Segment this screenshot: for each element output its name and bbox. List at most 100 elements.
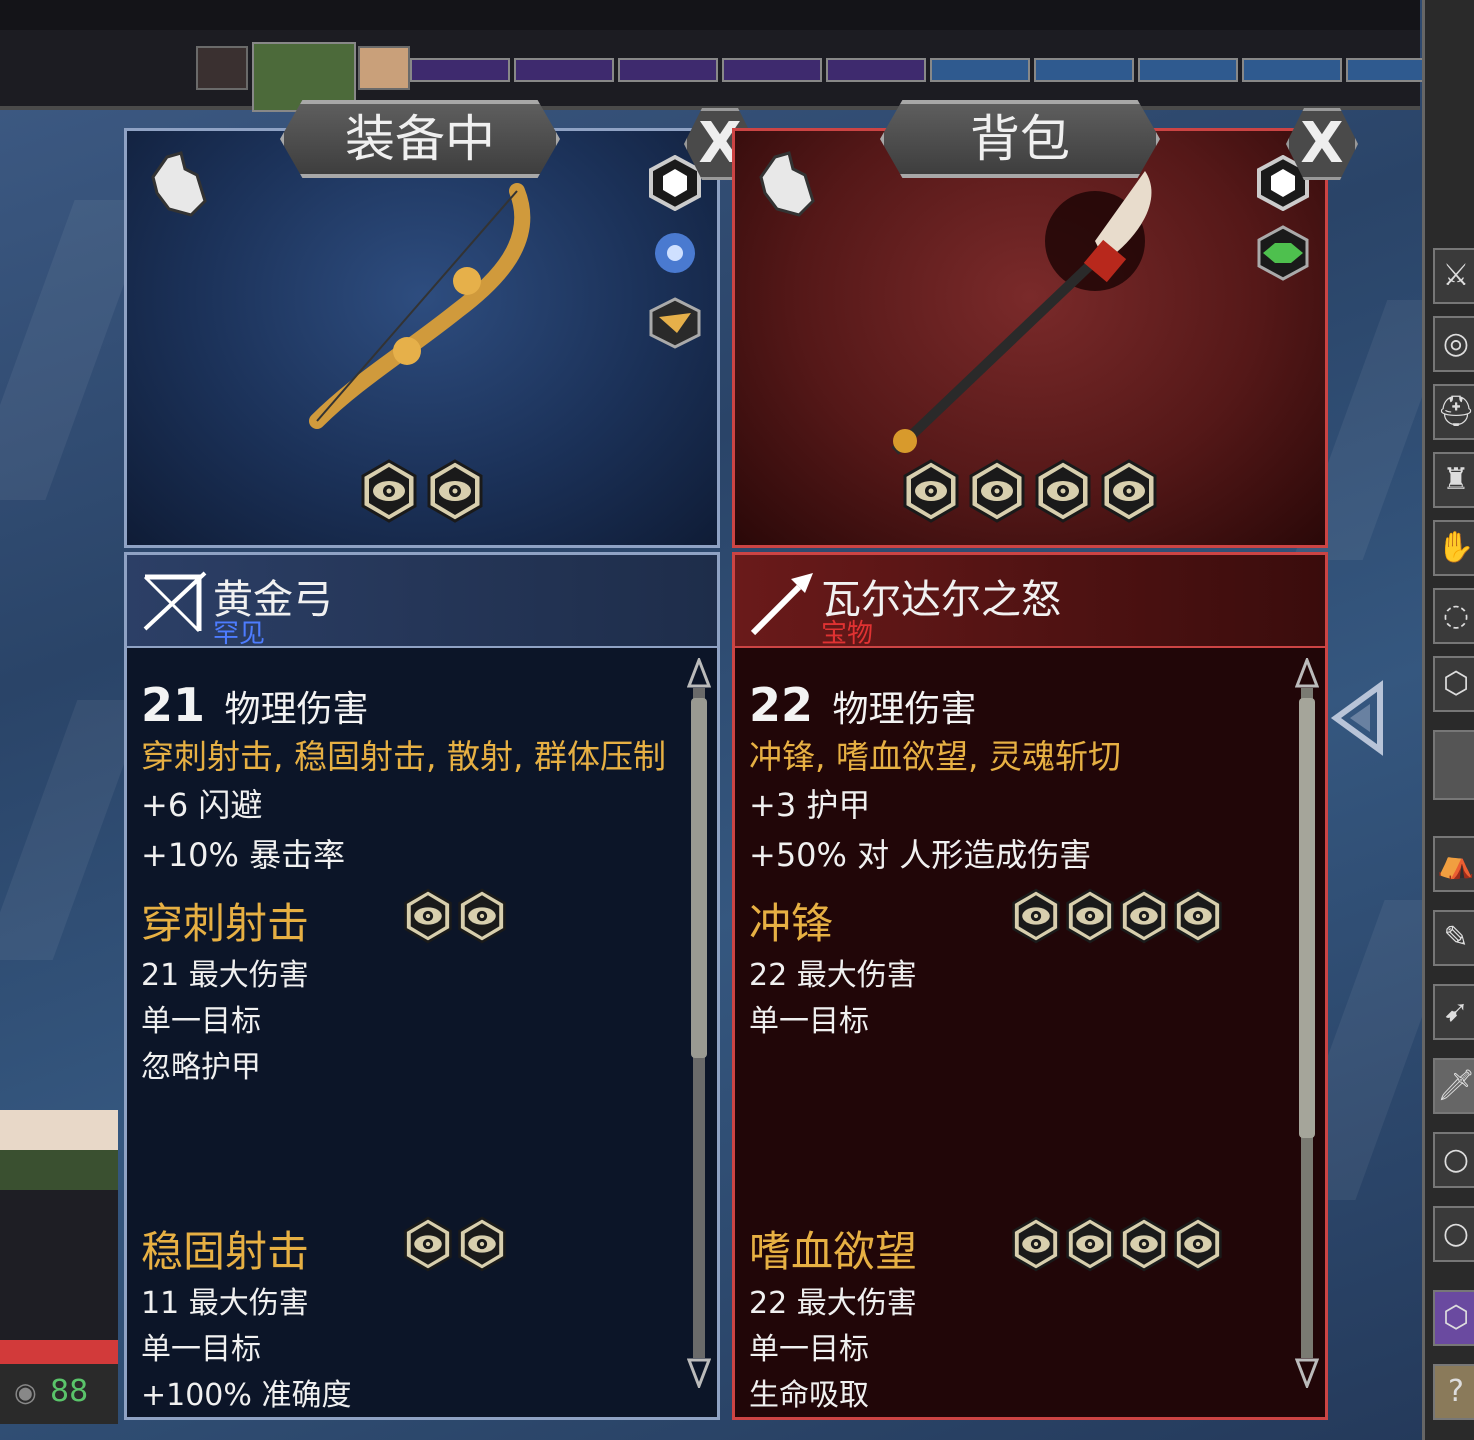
eye-icon [427, 459, 483, 523]
camp-tab-button[interactable]: ⛺ [1433, 836, 1474, 892]
daggers-tab-button[interactable]: 🗡 [1433, 1058, 1474, 1114]
spear-icon [891, 171, 1152, 455]
eye-icon [903, 459, 959, 523]
ability-eye-cost [403, 888, 507, 944]
empty-slot-button[interactable] [1433, 730, 1474, 800]
eye-icon [361, 459, 417, 523]
ability-eye-cost [1011, 888, 1223, 944]
eye-icon [1066, 888, 1114, 944]
turn-track-segment [930, 58, 1030, 82]
item-eye-cost [127, 459, 717, 523]
hand-icon [759, 151, 815, 217]
ability-detail: 单一目标 [749, 1004, 869, 1039]
scroll-down-icon[interactable] [1295, 1358, 1319, 1388]
damage-line: 21 物理伤害 [141, 678, 717, 732]
eye-icon: ◉ [14, 1378, 37, 1408]
trinkets-tab-button[interactable]: ⬡ [1433, 656, 1474, 712]
helmets-tab-button[interactable]: ⛑ [1433, 384, 1474, 440]
item-art [124, 128, 720, 548]
ability-detail: 11 最大伤害 [141, 1286, 309, 1321]
bow-type-icon [143, 571, 207, 633]
arrows-tab-button[interactable]: ➹ [1433, 984, 1474, 1040]
ability-block[interactable]: 穿刺射击 21 最大伤害 单一目标 忽略护甲 [141, 888, 717, 1088]
ability-block[interactable]: 嗜血欲望 22 最大伤害 单一目标 生命吸取 [749, 1216, 1325, 1416]
gloves-tab-button[interactable]: ✋ [1433, 520, 1474, 576]
item-stats: 21 物理伤害 穿刺射击, 稳固射击, 散射, 群体压制 +6 闪避 +10% … [124, 648, 720, 1420]
spear-type-icon [750, 573, 813, 636]
abilities-summary: 穿刺射击, 稳固射击, 散射, 群体压制 [141, 737, 666, 776]
eye-icon [1066, 1216, 1114, 1272]
item-art [732, 128, 1328, 548]
weapons-tab-button[interactable]: ⚔ [1433, 248, 1474, 304]
backpack-tab[interactable]: 背包 [880, 100, 1160, 178]
rings-alt-tab-button[interactable]: ○ [1433, 1206, 1474, 1262]
eye-icon [1174, 1216, 1222, 1272]
ability-detail: +100% 准确度 [141, 1378, 352, 1413]
amulets-tab-button[interactable]: ◌ [1433, 588, 1474, 644]
turn-track [410, 58, 1446, 82]
ability-block[interactable]: 稳固射击 11 最大伤害 单一目标 +100% 准确度 [141, 1216, 717, 1416]
scroll-up-icon[interactable] [1295, 658, 1319, 688]
ability-detail: 单一目标 [141, 1332, 261, 1367]
turn-track-segment [1242, 58, 1342, 82]
stat-line: +10% 暴击率 [141, 836, 346, 874]
scroll-up-icon[interactable] [687, 658, 711, 688]
damage-value: 21 [141, 678, 206, 732]
stat-line: +6 闪避 [141, 786, 263, 824]
armor-tab-button[interactable]: ♜ [1433, 452, 1474, 508]
damage-value: 22 [749, 678, 814, 732]
item-stats: 22 物理伤害 冲锋, 嗜血欲望, 灵魂斩切 +3 护甲 +50% 对 人形造成… [732, 648, 1328, 1420]
turn-track-segment [410, 58, 510, 82]
ability-detail: 22 最大伤害 [749, 958, 917, 993]
scroll-thumb[interactable] [691, 698, 707, 1058]
turn-track-segment [618, 58, 718, 82]
ability-detail: 21 最大伤害 [141, 958, 309, 993]
equipped-tab[interactable]: 装备中 [280, 100, 560, 178]
eye-count: 88 [50, 1374, 89, 1409]
item-header: 瓦尔达尔之怒 宝物 [732, 552, 1328, 649]
ability-detail: 单一目标 [141, 1004, 261, 1039]
stat-line: +3 护甲 [749, 786, 871, 824]
stats-scrollbar[interactable] [1293, 658, 1321, 1388]
turn-track-segment [826, 58, 926, 82]
green-gem-icon[interactable] [1255, 225, 1311, 281]
eye-icon [1174, 888, 1222, 944]
consumables-tab-button[interactable]: ✎ [1433, 910, 1474, 966]
stats-scrollbar[interactable] [685, 658, 713, 1388]
ability-detail: 忽略护甲 [141, 1050, 261, 1085]
enemy-portrait[interactable] [196, 46, 248, 90]
eye-icon [458, 1216, 506, 1272]
collapse-arrow-icon[interactable] [1330, 680, 1386, 756]
item-rarity: 宝物 [821, 619, 874, 649]
damage-label: 物理伤害 [224, 689, 369, 730]
scroll-thumb[interactable] [1299, 698, 1315, 1138]
shields-tab-button[interactable]: ◎ [1433, 316, 1474, 372]
turn-track-segment [1138, 58, 1238, 82]
equipped-item-panel: 装备中 X 黄金弓 罕见 21 物理伤害 穿刺射击, 稳固射击, 散射, 群体压… [118, 100, 756, 1420]
arrow-shot-icon[interactable] [647, 295, 703, 351]
turn-track-segment [722, 58, 822, 82]
golden-bow-icon [309, 183, 531, 429]
eye-icon [1120, 888, 1168, 944]
scroll-down-icon[interactable] [687, 1358, 711, 1388]
ally-portrait[interactable] [358, 46, 410, 90]
hand-icon [151, 151, 207, 217]
scrolls-tab-button[interactable]: ⬡ [1433, 1290, 1474, 1346]
item-eye-cost [735, 459, 1325, 523]
ability-eye-cost [403, 1216, 507, 1272]
abilities-summary: 冲锋, 嗜血欲望, 灵魂斩切 [749, 737, 1121, 776]
frost-icon[interactable] [647, 225, 703, 281]
ability-detail: 生命吸取 [749, 1378, 869, 1413]
eye-icon [1035, 459, 1091, 523]
eye-icon [404, 1216, 452, 1272]
help-button[interactable]: ? [1433, 1364, 1474, 1420]
item-header: 黄金弓 罕见 [124, 552, 720, 649]
eye-icon [1120, 1216, 1168, 1272]
ability-block[interactable]: 冲锋 22 最大伤害 单一目标 [749, 888, 1325, 1088]
ability-detail: 单一目标 [749, 1332, 869, 1367]
turn-order-bar [0, 0, 1446, 112]
inventory-category-sidebar: ⚔ ◎ ⛑ ♜ ✋ ◌ ⬡ ⛺ ✎ ➹ 🗡 ○ ○ ⬡ ? [1422, 0, 1474, 1440]
rings-tab-button[interactable]: ○ [1433, 1132, 1474, 1188]
eye-icon [1101, 459, 1157, 523]
eye-icon [458, 888, 506, 944]
